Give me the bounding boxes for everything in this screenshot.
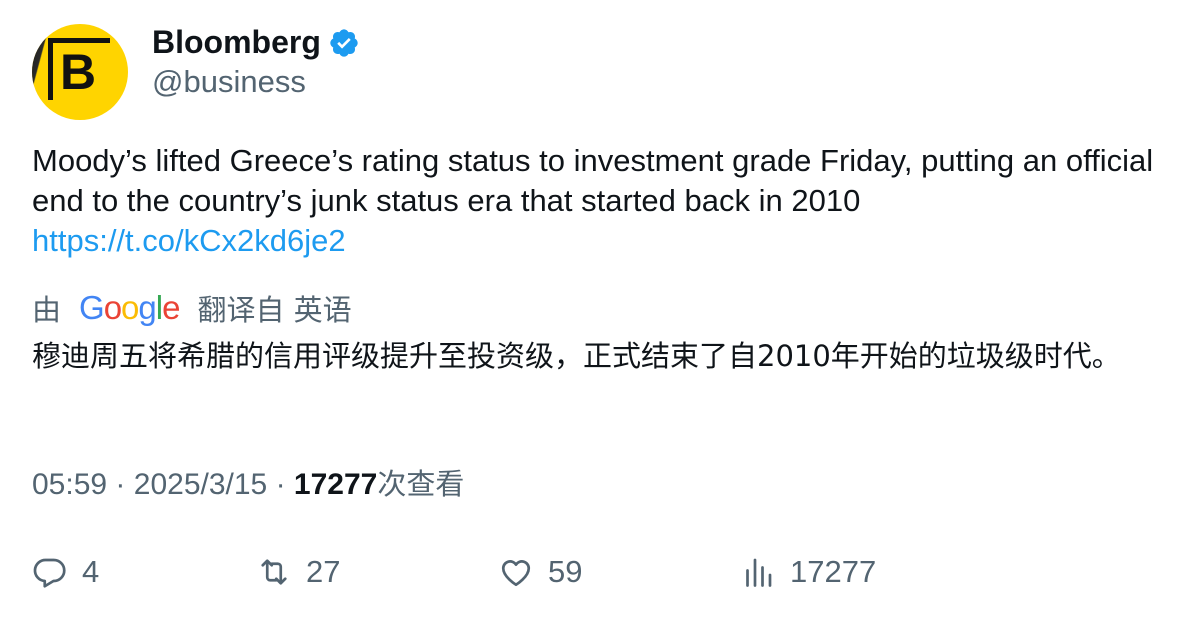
retweet-count: 27: [306, 554, 341, 589]
verified-badge-icon: [330, 29, 358, 57]
avatar-letter: B: [60, 44, 97, 100]
reply-count: 4: [82, 554, 100, 589]
author-handle[interactable]: @business: [152, 64, 306, 100]
tweet-time[interactable]: 05:59: [32, 468, 107, 501]
analytics-icon: [746, 558, 772, 587]
tweet-link[interactable]: https://t.co/kCx2kd6je2: [32, 223, 346, 258]
heart-icon: [501, 560, 531, 587]
translation-prefix: 由: [32, 293, 62, 327]
author-display-name[interactable]: Bloomberg: [152, 24, 321, 60]
retweet-button[interactable]: 27: [256, 552, 340, 592]
views-action-count: 17277: [790, 554, 877, 589]
tweet-text: Moody’s lifted Greece’s rating status to…: [32, 141, 1172, 261]
meta-separator: ·: [115, 468, 126, 501]
translated-text: 穆迪周五将希腊的信用评级提升至投资级，正式结束了自2010年开始的垃圾级时代。: [32, 339, 1121, 373]
reply-icon: [33, 558, 66, 588]
reply-button[interactable]: 4: [32, 552, 99, 592]
views-label: 次查看: [377, 467, 465, 501]
translation-suffix[interactable]: 翻译自 英语: [197, 287, 351, 329]
like-button[interactable]: 59: [498, 552, 582, 592]
views-count: 17277: [293, 468, 378, 501]
like-count: 59: [548, 554, 583, 589]
meta-separator: ·: [275, 468, 286, 501]
author-avatar[interactable]: B: [32, 24, 128, 120]
tweet-meta: 05:59 · 2025/3/15 · 17277次查看: [32, 464, 464, 505]
tweet-date[interactable]: 2025/3/15: [134, 468, 267, 501]
google-logo-icon: Google: [79, 289, 180, 326]
retweet-icon: [261, 559, 287, 585]
translation-attribution: 由 Google 翻译自 英语: [32, 288, 352, 328]
tweet-body: Moody’s lifted Greece’s rating status to…: [32, 143, 1154, 218]
views-button[interactable]: 17277: [740, 552, 876, 592]
